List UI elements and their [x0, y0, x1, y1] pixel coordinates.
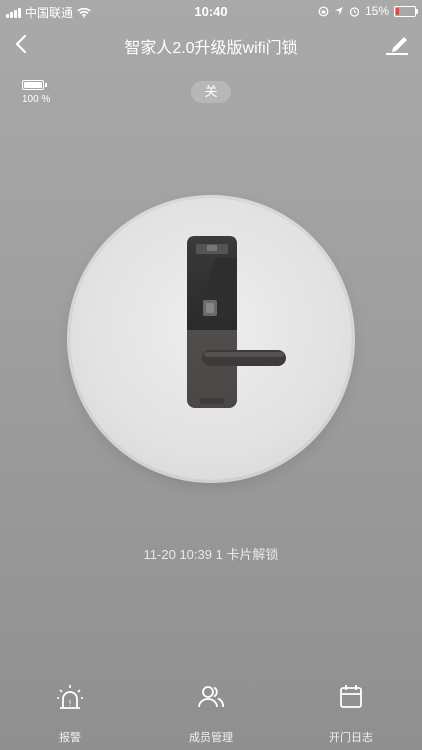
- svg-text:!: !: [68, 699, 71, 708]
- location-icon: [334, 7, 343, 15]
- lock-dial[interactable]: [70, 198, 352, 480]
- status-bar: 中国联通 10:40 15%: [0, 0, 422, 22]
- tab-label: 报警: [59, 732, 81, 744]
- last-unlock-record: 11-20 10:39 1 卡片解锁: [143, 547, 279, 562]
- tab-unlock-log[interactable]: 开门日志: [301, 676, 401, 745]
- bottom-tab-bar: ! 报警 成员管理 开门日志: [0, 676, 422, 750]
- alarm-icon: !: [57, 685, 83, 709]
- members-icon: [198, 686, 224, 708]
- status-battery-percent: 15%: [364, 4, 389, 18]
- calendar-icon: [340, 685, 362, 708]
- tab-alarm[interactable]: ! 报警: [20, 676, 120, 745]
- battery-icon: [22, 80, 47, 90]
- tab-members[interactable]: 成员管理: [161, 676, 261, 745]
- battery-percent: 100 %: [22, 94, 51, 105]
- page-title: 智家人2.0升级版wifi门锁: [124, 40, 298, 57]
- nav-bar: 智家人2.0升级版wifi门锁: [0, 26, 422, 62]
- tab-label: 开门日志: [329, 732, 373, 744]
- lock-switch-button[interactable]: 关: [191, 81, 231, 103]
- status-battery-icon: [394, 5, 418, 17]
- tab-label: 成员管理: [189, 732, 233, 744]
- alarm-clock-icon: [349, 6, 360, 17]
- lock-battery: 100 %: [22, 80, 50, 105]
- status-right: 15%: [318, 4, 418, 18]
- rotation-lock-icon: [318, 6, 329, 16]
- door-lock-icon: [187, 236, 286, 408]
- pencil-icon[interactable]: [384, 30, 410, 56]
